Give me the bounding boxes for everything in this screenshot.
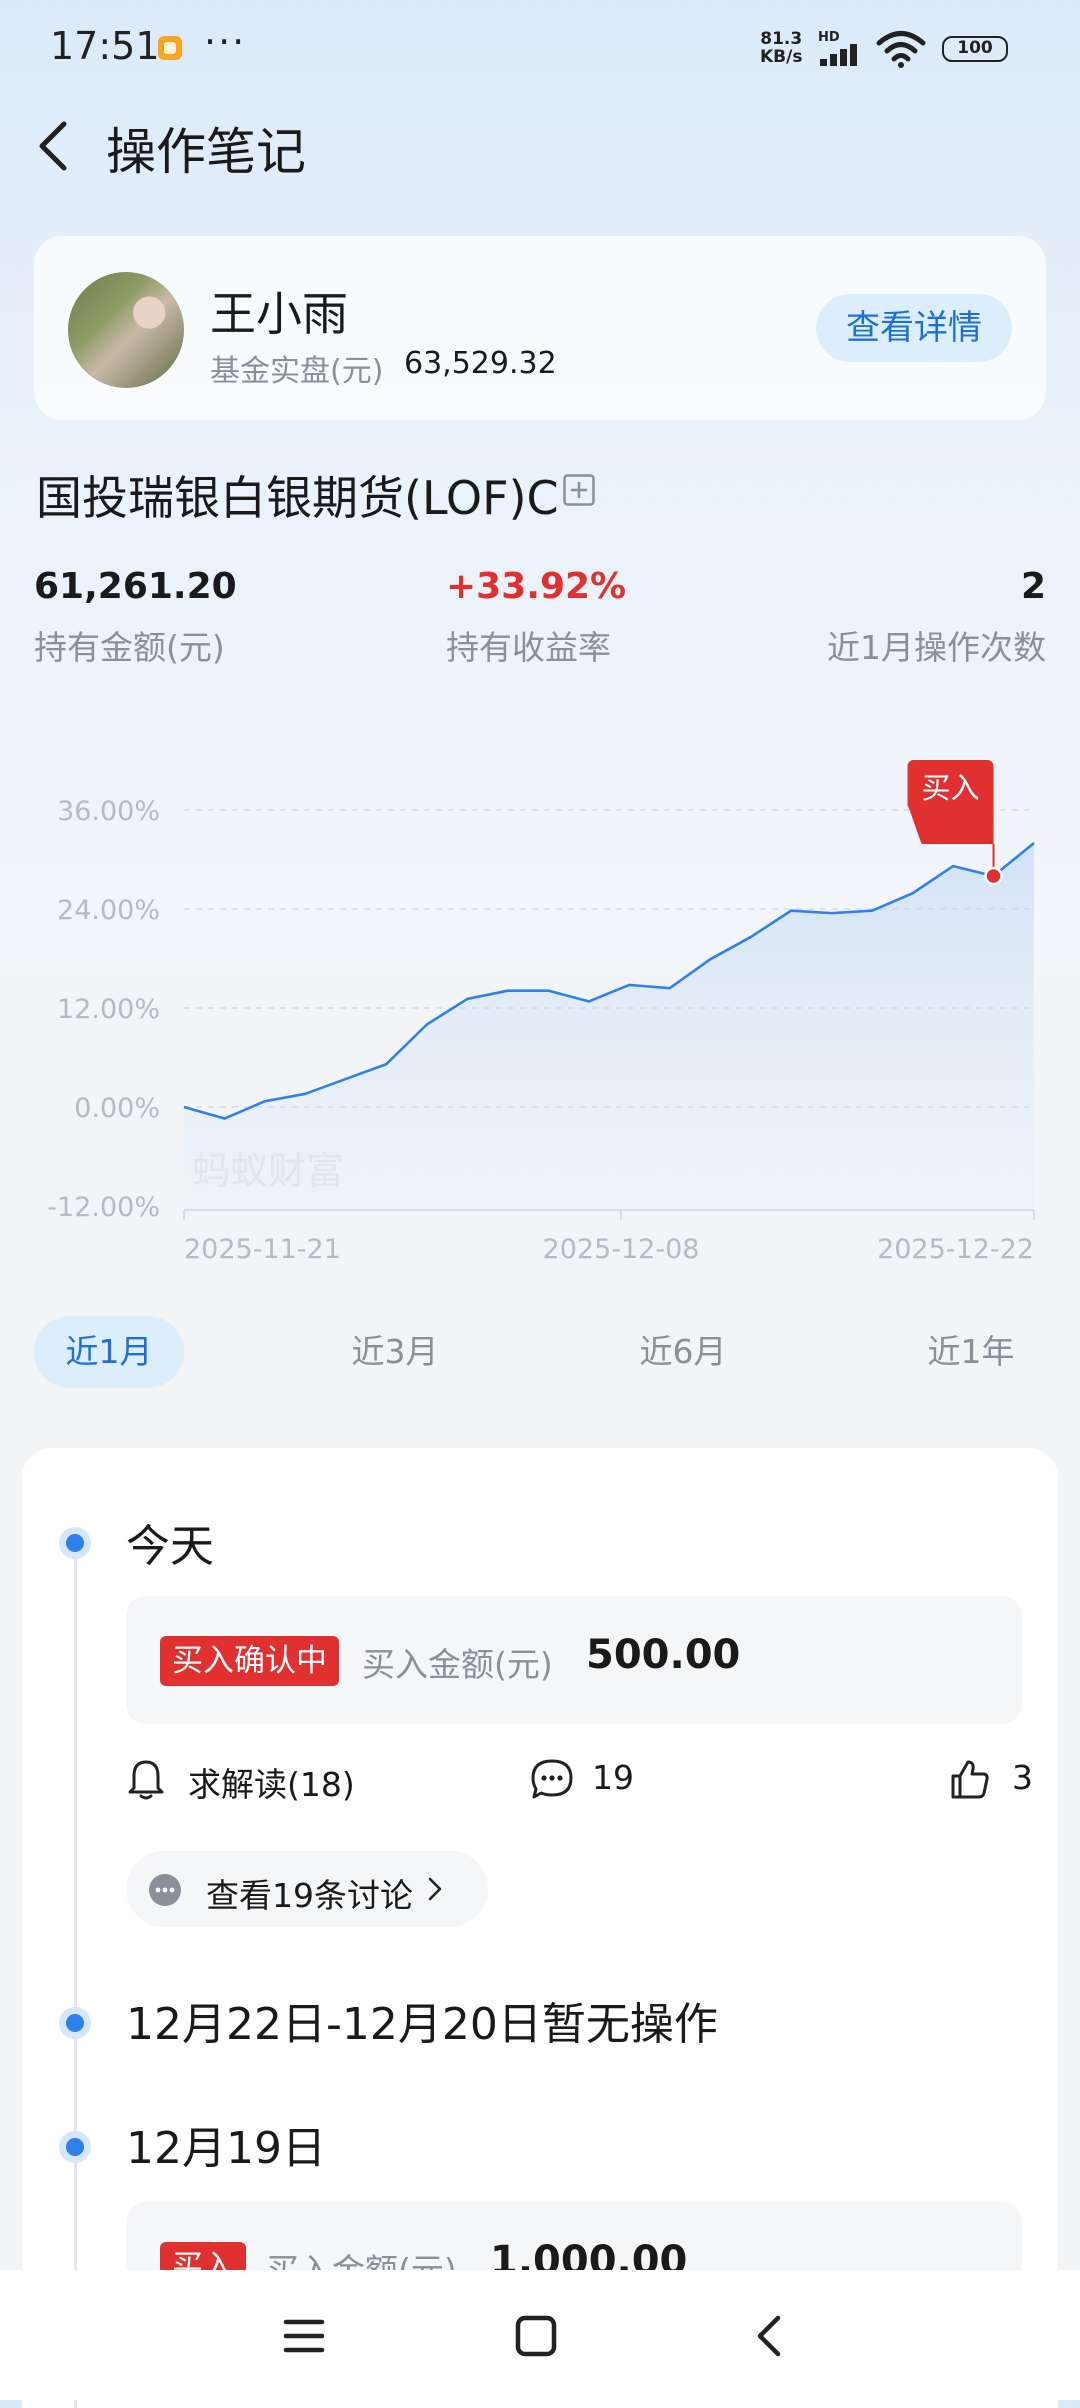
likes-count: 3: [1012, 1758, 1033, 1797]
back-icon[interactable]: [742, 2308, 798, 2364]
comment-icon: [531, 1759, 573, 1799]
status-bar: 17:51 ··· 81.3 KB/s HD 100: [0, 0, 1080, 96]
wifi-icon: [876, 31, 926, 68]
home-icon[interactable]: [508, 2308, 564, 2364]
timeline-dot: [66, 2014, 84, 2032]
notification-app-icon: [158, 36, 182, 60]
amount-label: 买入金额(元): [362, 1645, 553, 1684]
hd-indicator: HD: [818, 30, 840, 45]
like-button[interactable]: 3: [950, 1750, 1050, 1806]
chart-watermark: 蚂蚁财富: [192, 1149, 344, 1193]
operation-count-label: 近1月操作次数: [827, 628, 1046, 667]
tab-1-year[interactable]: 近1年: [896, 1316, 1046, 1388]
ask-interpretation-button[interactable]: 求解读(18): [126, 1750, 386, 1806]
chevron-right-icon: [428, 1877, 442, 1901]
y-tick-label: 12.00%: [57, 994, 160, 1025]
return-chart[interactable]: 36.00% 24.00% 12.00% 0.00% -12.00% 2025-11-21…: [0, 760, 1080, 1280]
operation-timeline: 今天 买入确认中 买入金额(元) 500.00 求解读(18) 19 3 查看1: [22, 1448, 1058, 2408]
thumbs-up-icon: [951, 1760, 989, 1799]
comments-count: 19: [592, 1758, 634, 1797]
holding-return-label: 持有收益率: [446, 628, 611, 667]
timeline-dot: [66, 2138, 84, 2156]
comments-button[interactable]: 19: [530, 1750, 650, 1806]
avatar[interactable]: [68, 272, 184, 388]
holding-return-value: +33.92%: [446, 566, 627, 607]
network-speed-unit: KB/s: [760, 47, 803, 67]
view-details-button[interactable]: 查看详情: [816, 294, 1012, 362]
view-discussion-button[interactable]: 查看19条讨论: [126, 1851, 488, 1927]
fund-name: 国投瑞银白银期货(LOF)C: [36, 471, 559, 525]
x-tick-label: 2025-11-21: [184, 1234, 341, 1265]
operation-record-today[interactable]: 买入确认中 买入金额(元) 500.00: [126, 1596, 1022, 1724]
battery-indicator: 100: [942, 36, 1008, 62]
menu-icon[interactable]: [276, 2308, 332, 2364]
tab-3-months[interactable]: 近3月: [320, 1316, 470, 1388]
user-card: 王小雨 基金实盘(元) 63,529.32 查看详情: [34, 236, 1046, 420]
timeline-dot: [66, 1534, 84, 1552]
network-speed-value: 81.3: [760, 29, 803, 49]
timeline-heading-dec19: 12月19日: [126, 2123, 326, 2174]
system-nav-bar: [0, 2270, 1080, 2400]
bell-icon: [128, 1760, 164, 1800]
portfolio-value: 63,529.32: [404, 346, 557, 381]
tab-6-months[interactable]: 近6月: [608, 1316, 758, 1388]
holding-return: +33.92% 持有收益率: [446, 566, 626, 669]
ask-interpretation-label: 求解读(18): [188, 1765, 355, 1804]
buy-marker-point: [984, 866, 1003, 886]
add-watchlist-icon[interactable]: [563, 474, 595, 506]
portfolio-label: 基金实盘(元): [210, 354, 384, 389]
timeline-heading-today: 今天: [126, 1521, 214, 1572]
amount-value: 500.00: [586, 1632, 741, 1678]
view-discussion-label: 查看19条讨论: [206, 1876, 413, 1915]
period-tabs: 近1月 近3月 近6月 近1年: [34, 1316, 1046, 1388]
more-notifications-icon: ···: [204, 20, 247, 64]
y-tick-label: 36.00%: [57, 796, 160, 827]
status-badge: 买入确认中: [160, 1636, 339, 1686]
holding-amount-value: 61,261.20: [34, 566, 237, 607]
holding-amount-label: 持有金额(元): [34, 628, 225, 667]
y-tick-label: -12.00%: [47, 1192, 160, 1223]
network-speed: 81.3 KB/s: [760, 30, 802, 66]
chat-bubble-icon: [149, 1874, 181, 1906]
y-tick-label: 0.00%: [74, 1093, 160, 1124]
holding-amount: 61,261.20 持有金额(元): [34, 566, 237, 669]
operation-count: 2 近1月操作次数: [827, 566, 1046, 669]
page-title: 操作笔记: [106, 123, 306, 181]
status-time: 17:51: [50, 24, 160, 68]
tab-1-month[interactable]: 近1月: [34, 1316, 184, 1388]
buy-marker-label: 买入: [922, 771, 980, 805]
signal-icon: [820, 44, 857, 66]
operation-count-value: 2: [1020, 566, 1046, 607]
x-tick-label: 2025-12-22: [877, 1234, 1034, 1265]
x-tick-label: 2025-12-08: [543, 1234, 700, 1265]
timeline-heading-gap: 12月22日-12月20日暂无操作: [126, 1999, 718, 2050]
y-tick-label: 24.00%: [57, 895, 160, 926]
back-arrow-icon[interactable]: [30, 118, 78, 174]
page-header: 操作笔记: [0, 96, 1080, 196]
user-name: 王小雨: [210, 287, 348, 341]
